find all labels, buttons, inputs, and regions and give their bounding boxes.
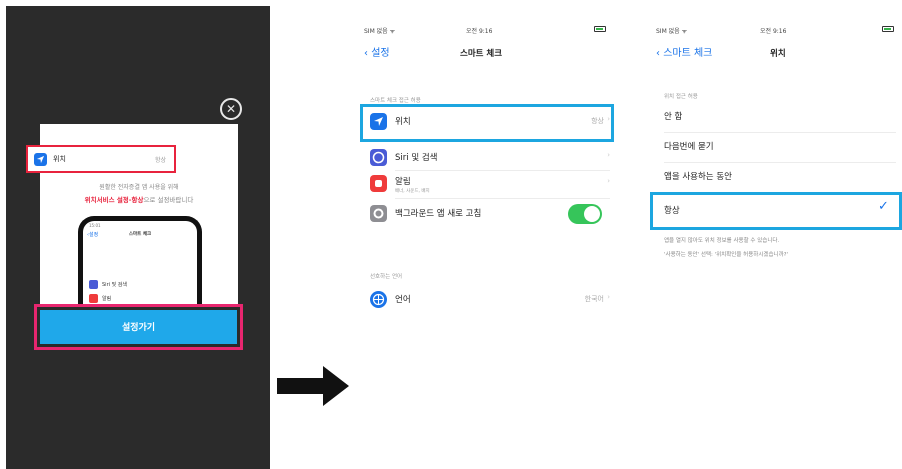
battery-icon xyxy=(594,26,606,32)
popup-instruction-highlight: 위치서비스 설정-항상 xyxy=(84,196,144,204)
bell-icon xyxy=(89,294,98,303)
close-icon[interactable]: ✕ xyxy=(220,98,242,120)
smart-check-settings-screen: SIM 없음 ᯤ 오전 9:16 ‹ 설정 스마트 체크 스마트 체크 접근 허… xyxy=(356,6,618,308)
popup-instruction-rest: 으로 설정바랍니다 xyxy=(143,196,194,204)
back-button[interactable]: ‹ 설정 xyxy=(364,44,390,59)
battery-icon xyxy=(882,26,894,32)
divider xyxy=(395,198,610,199)
location-row-highlight xyxy=(360,104,614,142)
row-label: 알림 xyxy=(395,177,411,187)
phone-row-label: 알림 xyxy=(102,296,112,302)
phone-status-time: 15:01 xyxy=(89,223,101,228)
location-permission-screen: SIM 없음 ᯤ 오전 9:16 ‹ 스마트 체크 위치 위치 접근 허용 안 … xyxy=(646,6,902,306)
divider xyxy=(395,170,610,171)
phone-row-siri: Siri 및 검색 xyxy=(89,279,195,291)
status-time: 오전 9:16 xyxy=(760,28,787,35)
status-time: 오전 9:16 xyxy=(466,28,493,35)
bell-icon xyxy=(370,175,387,192)
option-always[interactable]: 항상 xyxy=(664,204,680,216)
option-never[interactable]: 안 함 xyxy=(664,110,682,122)
page-title: 스마트 체크 xyxy=(460,49,503,59)
divider xyxy=(664,162,896,163)
background-refresh-toggle[interactable] xyxy=(568,204,602,224)
phone-location-row-highlight: 위치 항상 xyxy=(26,145,176,173)
location-alert-screen: ✕ 위치 서비스 알림 원활한 전자증결 앱 사용을 위해 위치서비스 설정-항… xyxy=(6,6,270,469)
chevron-right-icon: › xyxy=(607,151,610,159)
row-subtitle: 배너, 사운드, 배지 xyxy=(395,189,430,194)
option-ask-next-time[interactable]: 다음번에 묻기 xyxy=(664,140,714,152)
siri-icon xyxy=(89,280,98,289)
back-label: 설정 xyxy=(371,48,390,59)
section-header: 스마트 체크 접근 허용 xyxy=(370,98,421,104)
option-while-using[interactable]: 앱을 사용하는 동안 xyxy=(664,170,732,182)
chevron-right-icon: › xyxy=(607,177,610,185)
phone-title: 스마트 체크 xyxy=(128,232,152,237)
settings-row-siri[interactable]: Siri 및 검색 › xyxy=(370,146,610,170)
page-title: 위치 xyxy=(770,49,786,59)
chevron-right-icon: › xyxy=(607,293,610,301)
go-to-settings-button[interactable]: 설정가기 xyxy=(40,310,237,344)
settings-row-language[interactable]: 언어 한국어 › xyxy=(370,288,610,312)
footer-note: 앱을 열지 않아도 위치 정보를 사용할 수 있습니다. xyxy=(664,238,780,244)
row-label: 백그라운드 앱 새로 고침 xyxy=(395,209,482,219)
row-label: 언어 xyxy=(395,295,411,305)
popup-description: 원활한 전자증결 앱 사용을 위해 xyxy=(99,184,179,191)
status-carrier: SIM 없음 ᯤ xyxy=(364,28,396,35)
row-value: 한국어 xyxy=(584,295,604,303)
divider xyxy=(664,132,896,133)
globe-icon xyxy=(370,291,387,308)
gear-icon xyxy=(370,205,387,222)
always-option-highlight xyxy=(650,192,902,230)
footer-note: '사용하는 동안' 선택: '위치확인을 허용하시겠습니까?' xyxy=(664,252,789,258)
popup-instruction: 위치서비스 설정-항상으로 설정바랍니다 xyxy=(40,194,238,204)
settings-row-notifications[interactable]: 알림 배너, 사운드, 배지 › xyxy=(370,172,610,196)
arrow-right-icon xyxy=(277,366,349,406)
phone-location-label: 위치 xyxy=(53,155,66,163)
checkmark-icon: ✓ xyxy=(878,199,889,214)
settings-button-highlight: 설정가기 xyxy=(34,304,243,350)
back-button[interactable]: ‹ 스마트 체크 xyxy=(656,44,712,59)
phone-row-label: Siri 및 검색 xyxy=(102,282,127,288)
siri-icon xyxy=(370,149,387,166)
section-header: 선호하는 언어 xyxy=(370,274,403,280)
phone-location-value: 항상 xyxy=(154,157,166,164)
location-arrow-icon xyxy=(34,153,47,166)
back-label: 스마트 체크 xyxy=(663,48,713,59)
section-header: 위치 접근 허용 xyxy=(664,94,698,100)
status-carrier: SIM 없음 ᯤ xyxy=(656,28,688,35)
row-label: Siri 및 검색 xyxy=(395,153,438,163)
